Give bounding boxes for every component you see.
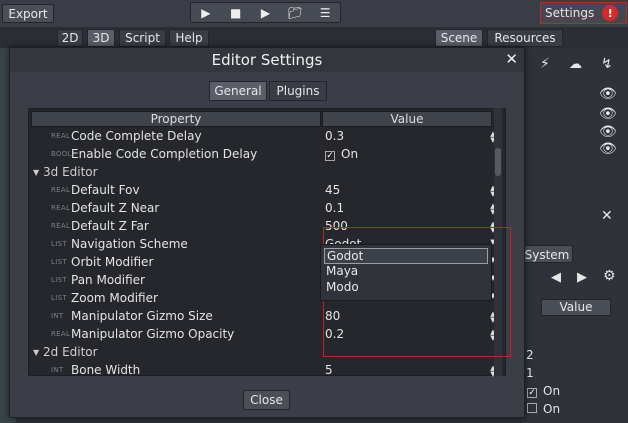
type-tag: REAL [51,186,71,194]
tab-scene[interactable]: Scene [435,29,483,47]
dropdown-option-maya[interactable]: Maya [326,264,358,280]
type-tag: REAL [51,204,71,212]
visibility-icon[interactable]: 👁︎ [599,141,617,157]
property-row: REAL Default Z Near 0.1 ▲ ▼ [29,200,499,218]
list-icon[interactable]: ☰ [318,6,332,20]
visibility-icon[interactable]: 👁︎ [599,124,617,140]
column-header-value: Value [322,111,492,127]
type-tag: INT [51,312,64,320]
property-label: Manipulator Gizmo Size [71,309,213,323]
property-row: REAL Code Complete Delay 0.3 ▲ ▼ [29,128,499,146]
dropdown-option-godot[interactable]: Godot [324,248,488,264]
property-value[interactable]: 5 [325,363,333,377]
column-header-property: Property [31,111,321,127]
type-tag: REAL [51,222,71,230]
property-label: Zoom Modifier [71,291,158,305]
type-tag: INT [51,366,64,374]
property-value[interactable]: 0.3 [325,129,344,143]
type-tag: REAL [51,132,71,140]
cloud-icon[interactable]: ☁ [569,57,582,72]
checkbox-label: On [341,147,359,161]
check-row[interactable]: On [527,402,560,416]
gear-icon[interactable]: ⚙ [603,268,616,284]
property-label: Orbit Modifier [71,255,154,269]
property-label: Enable Code Completion Delay [71,147,258,161]
scrollbar-thumb[interactable] [495,148,501,176]
arrow-right-icon[interactable]: ▶ [577,270,587,285]
type-tag: LIST [51,240,67,248]
play-icon[interactable]: ▶ [199,6,213,20]
section-header[interactable]: 3d Editor ▼ [29,164,499,182]
property-label: Default Fov [71,183,140,197]
property-label: Code Complete Delay [71,129,202,143]
dropdown-option-modo[interactable]: Modo [326,280,359,296]
property-label: Default Z Far [71,219,149,233]
check-row[interactable]: ✓ On [527,384,560,398]
folder-icon[interactable]: 📁︎ [288,6,303,20]
check-label: On [543,402,561,416]
value-header: Value [541,299,611,316]
navigation-scheme-dropdown-menu: Godot Maya Modo [320,244,492,301]
visibility-icon[interactable]: 👁︎ [599,106,617,122]
collapse-triangle-icon[interactable]: ▼ [33,348,39,357]
section-label: 3d Editor [43,165,98,179]
property-row: REAL Default Fov 45 ▲ ▼ [29,182,499,200]
stop-icon[interactable]: ■ [229,6,243,20]
property-label: Pan Modifier [71,273,145,287]
export-button[interactable]: Export [2,4,54,23]
property-value[interactable]: 0.1 [325,201,344,215]
type-tag: LIST [51,294,67,302]
editor-settings-dialog: Editor Settings ✕ General Plugins Proper… [9,47,525,418]
property-value[interactable]: ✓ On [325,147,358,161]
type-tag: BOOL [51,150,72,158]
settings-label: Settings [545,6,595,20]
scene-dock: ⚡ ☁ ↯ 👁︎ 👁︎ 👁︎ 👁︎ ✕ System ◀ ▶ ⚙ Value 2… [521,48,628,423]
play-scene-icon[interactable]: ▶︎ [258,6,272,20]
tab-general[interactable]: General [209,81,267,101]
close-button[interactable]: Close [243,390,290,410]
property-row: INT Bone Width 5 ▲ ▼ [29,362,499,380]
checkbox[interactable]: ✓ [325,151,335,161]
arrow-left-icon[interactable]: ◀ [551,270,561,285]
close-icon[interactable]: ✕ [601,208,613,224]
tab-help[interactable]: Help [169,29,209,47]
tab-3d[interactable]: 3D [87,29,115,47]
property-row: BOOL Enable Code Completion Delay ✓ On [29,146,499,164]
type-tag: LIST [51,276,67,284]
collapse-triangle-icon[interactable]: ▼ [33,168,39,177]
check-label: On [543,384,561,398]
signal-icon[interactable]: ↯ [601,56,613,72]
visibility-icon[interactable]: 👁︎ [599,86,617,102]
type-tag: LIST [51,258,67,266]
settings-button[interactable]: Settings ! [540,2,627,24]
value-text: 2 [526,348,534,362]
tab-2d[interactable]: 2D [57,29,83,47]
tab-plugins[interactable]: Plugins [269,81,327,101]
section-label: 2d Editor [43,345,98,359]
playback-toolbar: ▶ ■ ▶︎ 📁︎ ☰ [190,2,341,23]
tab-script[interactable]: Script [119,29,166,47]
property-label: Manipulator Gizmo Opacity [71,327,235,341]
property-label: Bone Width [71,363,141,377]
property-label: Navigation Scheme [71,237,188,251]
warning-icon[interactable]: ! [602,5,619,21]
plug-icon[interactable]: ⚡ [540,56,550,72]
tab-resources[interactable]: Resources [487,29,563,47]
tab-system[interactable]: System [521,245,573,263]
type-tag: REAL [51,330,71,338]
property-value[interactable]: 45 [325,183,340,197]
close-icon[interactable]: ✕ [505,50,518,68]
dialog-title: Editor Settings [10,48,524,72]
property-label: Default Z Near [71,201,160,215]
value-text: 1 [526,366,534,380]
